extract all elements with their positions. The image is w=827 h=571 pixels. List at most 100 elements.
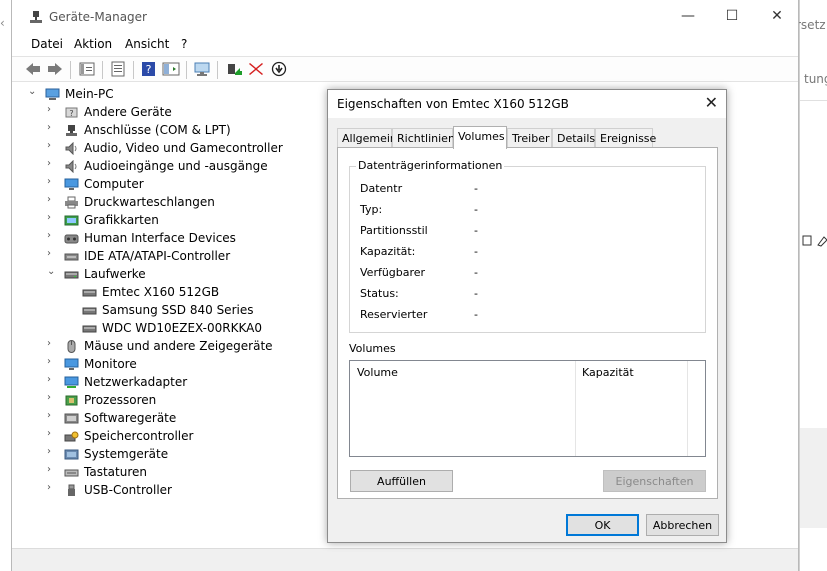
show-hidden-icon[interactable] <box>162 61 180 77</box>
toolbar-separator <box>70 61 71 79</box>
chevron-right-icon[interactable]: › <box>47 176 59 187</box>
forward-icon[interactable] <box>46 61 64 77</box>
computer-icon <box>45 88 60 100</box>
chevron-right-icon[interactable]: › <box>47 356 59 367</box>
disk-icon <box>82 307 97 315</box>
chevron-right-icon[interactable]: › <box>47 158 59 169</box>
disk-info-group-title: Datenträgerinformationen <box>356 159 505 172</box>
tab-allgemein[interactable]: Allgemein <box>337 128 397 148</box>
menu-bar: Datei Aktion Ansicht ? <box>12 34 798 54</box>
column-header-volume[interactable]: Volume <box>350 361 575 383</box>
tree-item-label: Laufwerke <box>84 267 146 281</box>
chevron-right-icon[interactable]: › <box>47 212 59 223</box>
tree-item-label: Monitore <box>84 357 137 371</box>
tree-item-label: Druckwarteschlangen <box>84 195 215 209</box>
maximize-button[interactable]: ☐ <box>722 8 742 26</box>
usb-icon <box>68 484 75 496</box>
disable-device-icon[interactable] <box>270 61 288 77</box>
property-label: Status: <box>360 287 399 300</box>
tab-treiber[interactable]: Treiber <box>507 128 552 148</box>
volumes-list[interactable]: Volume Kapazität <box>349 360 706 457</box>
menu-help[interactable]: ? <box>181 37 187 51</box>
tab-richtlinien[interactable]: Richtlinien <box>392 128 455 148</box>
chevron-right-icon[interactable]: › <box>47 104 59 115</box>
menu-ansicht[interactable]: Ansicht <box>125 37 169 51</box>
background-toolbar-icon <box>802 235 827 247</box>
chevron-right-icon[interactable]: › <box>47 428 59 439</box>
ok-button[interactable]: OK <box>566 514 639 536</box>
update-driver-icon[interactable] <box>225 61 243 77</box>
property-label: Kapazität: <box>360 245 416 258</box>
processor-icon <box>65 395 78 406</box>
tree-item-label: Audioeingänge und -ausgänge <box>84 159 268 173</box>
background-divider <box>800 100 827 101</box>
disk-icon <box>82 289 97 297</box>
tree-item-label: USB-Controller <box>84 483 172 497</box>
tree-item-label: IDE ATA/ATAPI-Controller <box>84 249 231 263</box>
column-header-capacity[interactable]: Kapazität <box>575 361 687 383</box>
background-window: rsetz tung <box>796 0 827 571</box>
chevron-right-icon[interactable]: › <box>47 248 59 259</box>
property-value: - <box>474 245 478 258</box>
chevron-right-icon[interactable]: › <box>47 194 59 205</box>
toolbar: ? <box>12 56 798 82</box>
device-manager-icon <box>30 11 42 23</box>
property-label: Typ: <box>360 203 383 216</box>
tree-item-label: Netzwerkadapter <box>84 375 188 389</box>
chevron-right-icon[interactable]: › <box>47 482 59 493</box>
back-icon[interactable] <box>24 61 42 77</box>
tree-item-label: Grafikkarten <box>84 213 159 227</box>
chevron-right-icon[interactable]: › <box>47 140 59 151</box>
tab-details[interactable]: Details <box>552 128 595 148</box>
software-device-icon <box>64 413 79 424</box>
chevron-right-icon[interactable]: › <box>47 122 59 133</box>
property-value: - <box>474 308 478 321</box>
chevron-right-icon[interactable]: › <box>47 464 59 475</box>
properties-view-icon[interactable] <box>109 61 127 77</box>
speaker-icon <box>65 160 77 173</box>
monitor-icon <box>64 358 79 370</box>
uninstall-device-icon[interactable] <box>247 61 265 77</box>
tree-item-label: Andere Geräte <box>84 105 172 119</box>
fill-button[interactable]: Auffüllen <box>350 470 453 492</box>
volume-properties-button[interactable]: Eigenschaften <box>603 470 706 492</box>
chevron-down-icon[interactable]: ⌄ <box>47 266 59 277</box>
drive-icon <box>64 271 79 279</box>
tree-item-label: Anschlüsse (COM & LPT) <box>84 123 231 137</box>
minimize-button[interactable]: — <box>678 8 698 26</box>
toolbar-separator <box>102 61 103 79</box>
tree-item-label: Human Interface Devices <box>84 231 236 245</box>
chevron-right-icon[interactable]: › <box>47 374 59 385</box>
scan-hardware-icon[interactable] <box>193 61 211 77</box>
menu-datei[interactable]: Datei <box>31 37 63 51</box>
close-button[interactable]: ✕ <box>767 8 787 26</box>
tree-item-label: Audio, Video und Gamecontroller <box>84 141 283 155</box>
help-icon[interactable]: ? <box>140 61 158 77</box>
property-label: Partitionsstil <box>360 224 428 237</box>
column-divider <box>687 361 688 456</box>
cancel-button[interactable]: Abbrechen <box>646 514 719 536</box>
background-text-fragment: tung <box>804 72 827 86</box>
view-icon[interactable] <box>78 61 96 77</box>
property-value: - <box>474 203 478 216</box>
chevron-down-icon[interactable]: ⌄ <box>28 86 40 97</box>
property-value: - <box>474 224 478 237</box>
chevron-right-icon[interactable]: › <box>47 446 59 457</box>
dialog-close-button[interactable]: ✕ <box>705 93 718 112</box>
menu-aktion[interactable]: Aktion <box>74 37 112 51</box>
tab-volumes[interactable]: Volumes <box>453 126 507 149</box>
mouse-icon <box>67 340 76 353</box>
chevron-right-icon[interactable]: › <box>47 392 59 403</box>
chevron-right-icon[interactable]: › <box>47 338 59 349</box>
chevron-right-icon[interactable]: › <box>47 230 59 241</box>
other-devices-icon: ? <box>65 107 78 118</box>
volumes-tab-panel: Datenträgerinformationen Datentr - Typ: … <box>337 147 718 499</box>
title-bar: Geräte-Manager — ☐ ✕ <box>12 0 798 34</box>
dialog-title-bar: Eigenschaften von Emtec X160 512GB ✕ <box>328 90 726 118</box>
chevron-right-icon[interactable]: › <box>47 410 59 421</box>
tab-ereignisse[interactable]: Ereignisse <box>595 128 656 148</box>
graphics-card-icon <box>64 215 79 226</box>
port-icon <box>66 125 77 136</box>
keyboard-icon <box>64 469 79 477</box>
background-panel <box>800 428 827 528</box>
